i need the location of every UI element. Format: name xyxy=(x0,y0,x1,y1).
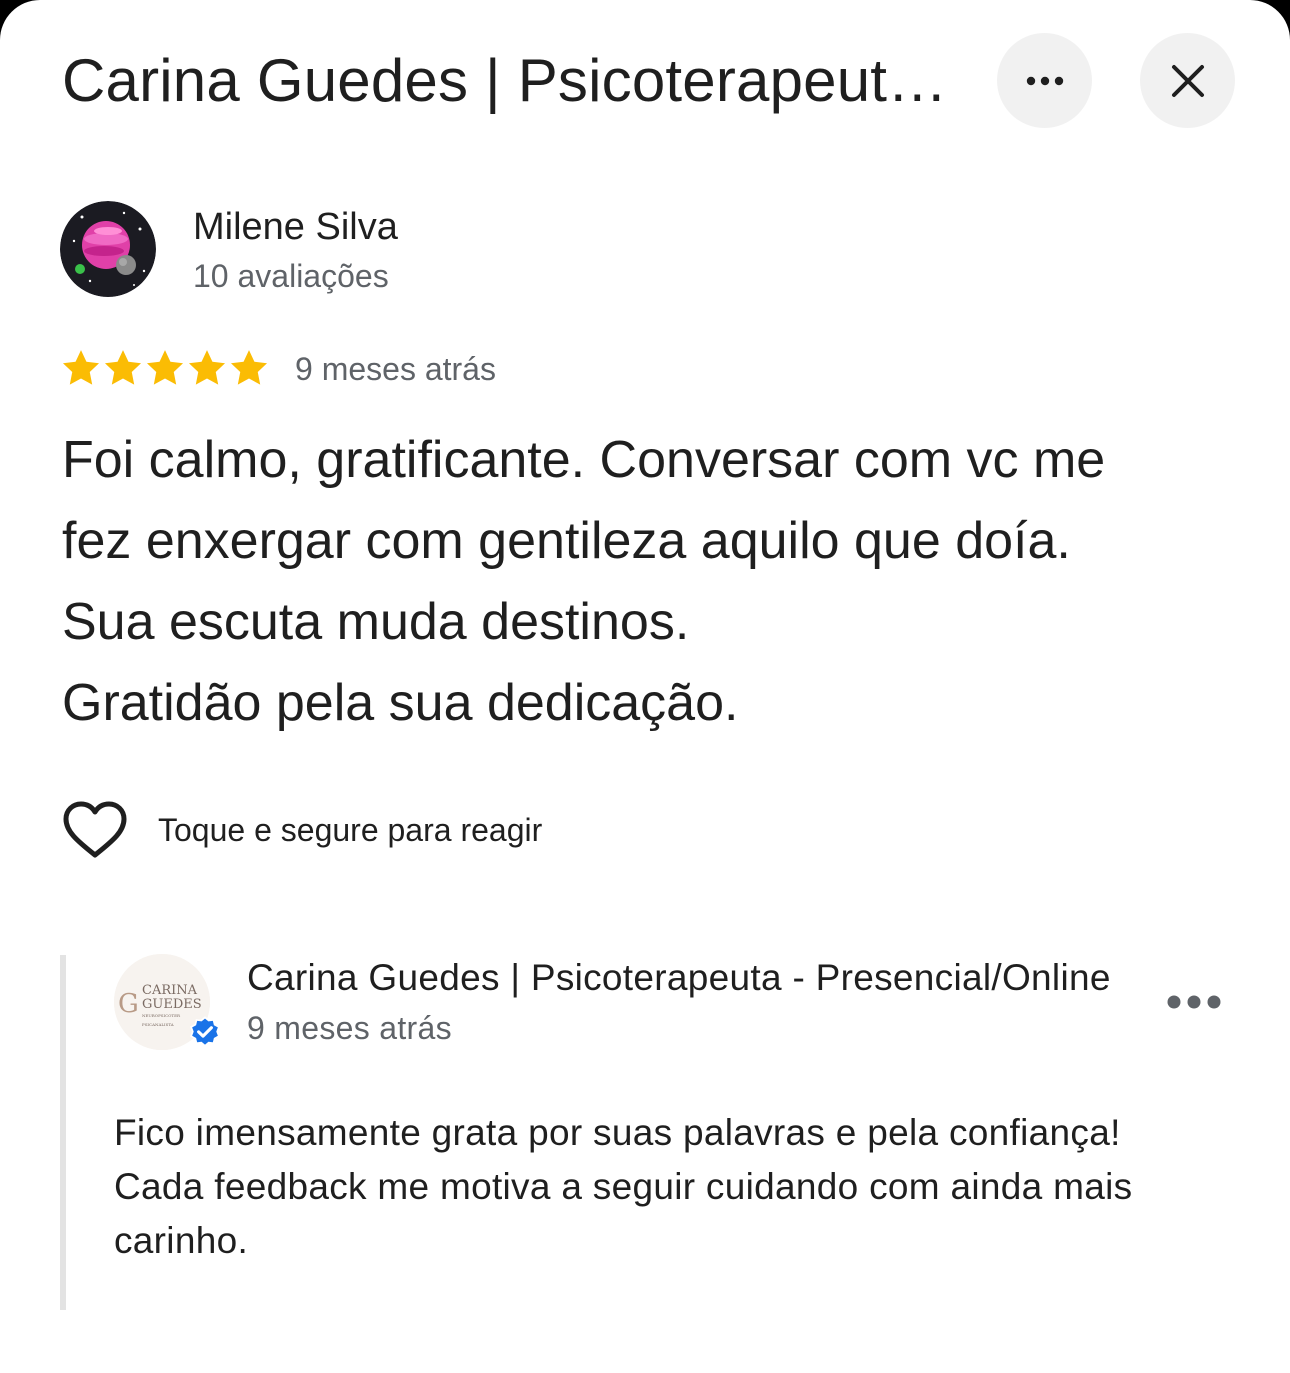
svg-text:PSICANALISTA: PSICANALISTA xyxy=(142,1022,174,1027)
review-text: Foi calmo, gratificante. Conversar com v… xyxy=(62,420,1242,744)
svg-text:CARINA: CARINA xyxy=(142,983,198,998)
review-text-line: fez enxergar com gentileza aquilo que do… xyxy=(62,512,1071,570)
star-rating xyxy=(60,346,270,390)
reviewer-name[interactable]: Milene Silva xyxy=(193,205,398,249)
close-icon xyxy=(1171,64,1204,97)
reviewer-review-count: 10 avaliações xyxy=(193,258,389,294)
reply-text-line: Cada feedback me motiva a seguir cuidand… xyxy=(114,1166,1133,1207)
review-text-line: Foi calmo, gratificante. Conversar com v… xyxy=(62,431,1106,489)
heart-outline-icon xyxy=(63,801,127,858)
more-horiz-icon[interactable] xyxy=(1166,990,1222,1014)
more-options-button[interactable] xyxy=(997,33,1092,128)
reviewer-avatar[interactable] xyxy=(60,201,156,297)
star-icon xyxy=(104,350,142,385)
close-button[interactable] xyxy=(1140,33,1235,128)
reply-text-line: carinho. xyxy=(114,1220,249,1261)
verified-badge-icon xyxy=(190,1016,220,1047)
svg-text:NEUROPSICOTER: NEUROPSICOTER xyxy=(142,1013,181,1018)
star-icon xyxy=(188,350,226,385)
place-title: Carina Guedes | Psicoterapeuta - Presenc… xyxy=(62,47,977,114)
reply-text-line: Fico imensamente grata por suas palavras… xyxy=(114,1112,1121,1153)
star-icon xyxy=(62,350,100,385)
review-text-line: Sua escuta muda destinos. xyxy=(62,593,690,651)
react-button[interactable]: Toque e segure para reagir xyxy=(62,800,542,860)
star-icon xyxy=(146,350,184,385)
react-label: Toque e segure para reagir xyxy=(158,811,543,848)
more-horiz-icon xyxy=(1026,76,1063,85)
review-time: 9 meses atrás xyxy=(295,351,496,387)
owner-name[interactable]: Carina Guedes | Psicoterapeuta - Presenc… xyxy=(247,955,1117,1001)
reply-divider xyxy=(60,955,66,1310)
svg-text:GUEDES: GUEDES xyxy=(142,997,202,1012)
svg-text:G: G xyxy=(118,989,139,1019)
review-text-line: Gratidão pela sua dedicação. xyxy=(62,674,739,732)
star-icon xyxy=(230,350,268,385)
owner-reply-time: 9 meses atrás xyxy=(247,1010,452,1046)
review-sheet: Carina Guedes | Psicoterapeuta - Presenc… xyxy=(0,0,1290,1373)
owner-reply-text: Fico imensamente grata por suas palavras… xyxy=(114,1106,1244,1268)
